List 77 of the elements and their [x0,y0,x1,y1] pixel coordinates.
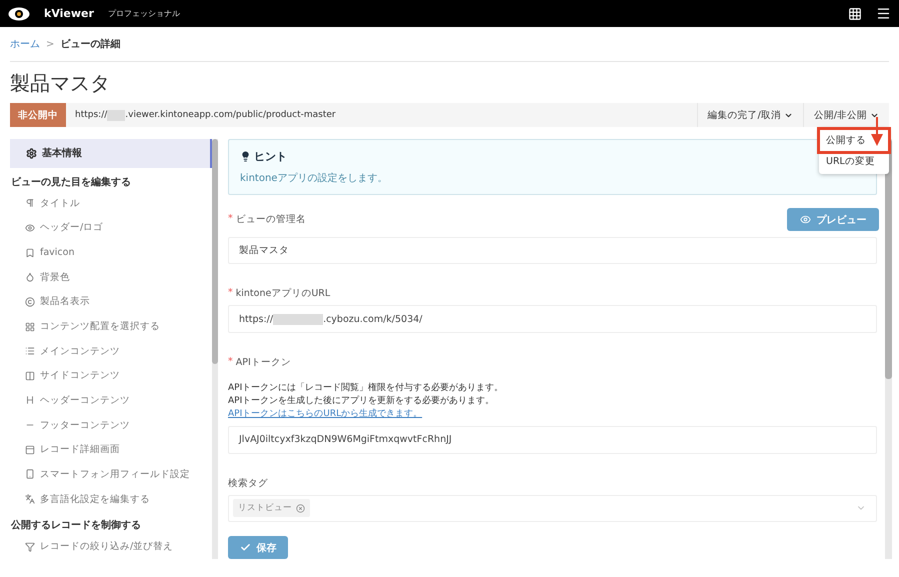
breadcrumb-separator: > [46,38,54,50]
breadcrumb-link[interactable]: ホーム [10,37,40,51]
input-field[interactable]: JlvAJ0iltcyxf3kzqDN9W6MgiFtmxqwvtFcRhnJJ [228,426,877,454]
sidebar-item-icon [25,370,35,381]
sidebar-item[interactable]: コンテンツ配置を選択する [10,314,212,339]
sidebar-item-icon [25,272,35,282]
tag-chip: リストビュー [233,499,310,518]
eye-icon [800,214,810,226]
redaction-block [107,110,126,120]
sidebar-item-icon [25,222,35,233]
menu-item[interactable]: 公開する [820,130,888,151]
field-value: .cybozu.com/k/5034/ [323,314,422,325]
page-title: 製品マスタ [10,70,111,97]
help-text: APIトークンを生成した後にアプリを更新をする必要があります。 [228,394,496,408]
edition-label: プロフェッショナル [108,8,180,19]
save-button[interactable]: 保存 [228,536,288,560]
sidebar-item-icon [25,248,35,258]
menu-item[interactable]: URLの変更 [820,151,888,172]
sidebar-item-icon [25,444,35,455]
field-label: APIトークン [236,356,291,369]
remove-icon[interactable] [296,504,305,513]
sidebar-item-icon [25,494,35,504]
status-badge: 非公開中 [10,103,66,127]
dropdown-menu-button[interactable]: 公開/非公開 [802,103,889,127]
sidebar-item[interactable]: 製品名表示 [10,290,212,314]
scrollbar-thumb[interactable] [885,139,892,379]
apps-grid-icon[interactable] [848,6,862,20]
sidebar-item-icon [25,198,35,208]
hint-text: kintoneアプリの設定をします。 [240,172,388,185]
field-label: kintoneアプリのURL [236,287,330,300]
sidebar-item[interactable]: タイトル [10,190,212,216]
annotation-arrow [871,117,883,147]
url-text: .viewer.kintoneapp.com/public/product-master [125,110,336,120]
sidebar-item-icon [25,469,35,480]
sidebar-item-icon [25,346,35,356]
menu-icon[interactable] [876,6,891,21]
required-mark: * [228,213,233,226]
token-link[interactable]: APIトークンはこちらのURLから生成できます。 [228,408,879,421]
sidebar-heading: 公開するレコードを制御する [10,518,142,534]
sidebar-item[interactable]: フッターコンテンツ [10,412,212,438]
field-label: 検索タグ [228,476,268,490]
sidebar-item[interactable]: 背景色 [10,264,212,290]
sidebar-item[interactable]: サイドコンテンツ [10,363,212,388]
scrollbar-thumb[interactable] [212,139,218,364]
settings-icon [26,148,37,159]
sidebar-item[interactable]: 基本情報 [10,139,212,168]
sidebar-item-icon [25,395,35,406]
sidebar-item[interactable]: ヘッダーコンテンツ [10,388,212,413]
input-field[interactable]: https:// .cybozu.com/k/5034/ [228,305,877,333]
breadcrumb-current: ビューの詳細 [60,38,120,51]
input-field[interactable]: 製品マスタ [228,236,877,264]
lightbulb-icon [240,151,251,162]
field-label: ビューの管理名 [236,213,306,226]
required-mark: * [228,356,233,369]
check-icon [240,542,250,554]
sidebar-item-icon [25,542,35,552]
tag-select-field[interactable]: リストビュー [228,494,877,522]
sidebar-item[interactable]: 多言語化設定を編集する [10,486,212,512]
field-value: https:// [239,314,274,325]
brand-name: kViewer [44,7,94,20]
sidebar-item[interactable]: メインコンテンツ [10,338,212,364]
sidebar-item[interactable]: レコード詳細画面 [10,437,212,462]
sidebar-item[interactable]: ヘッダー/ロゴ [10,216,212,240]
hint-title: ヒント [254,149,287,164]
url-text: https:// [75,110,108,120]
sidebar-item-icon [25,322,35,332]
sidebar-item[interactable]: favicon [10,240,212,265]
dropdown-menu-button[interactable]: 編集の完了/取消 [696,103,803,127]
redaction-block [273,314,324,325]
preview-button[interactable]: プレビュー [787,208,879,232]
help-text: APIトークンには「レコード閲覧」権限を付与する必要があります。 [228,382,504,395]
sidebar-item-icon [25,296,35,307]
required-mark: * [228,287,233,300]
eye-logo-icon [8,6,30,20]
sidebar-item[interactable]: スマートフォン用フィールド設定 [10,462,212,487]
sidebar-item[interactable]: レコードの絞り込み/並び替え [10,534,212,560]
sidebar-heading: ビューの見た目を編集する [10,176,132,190]
